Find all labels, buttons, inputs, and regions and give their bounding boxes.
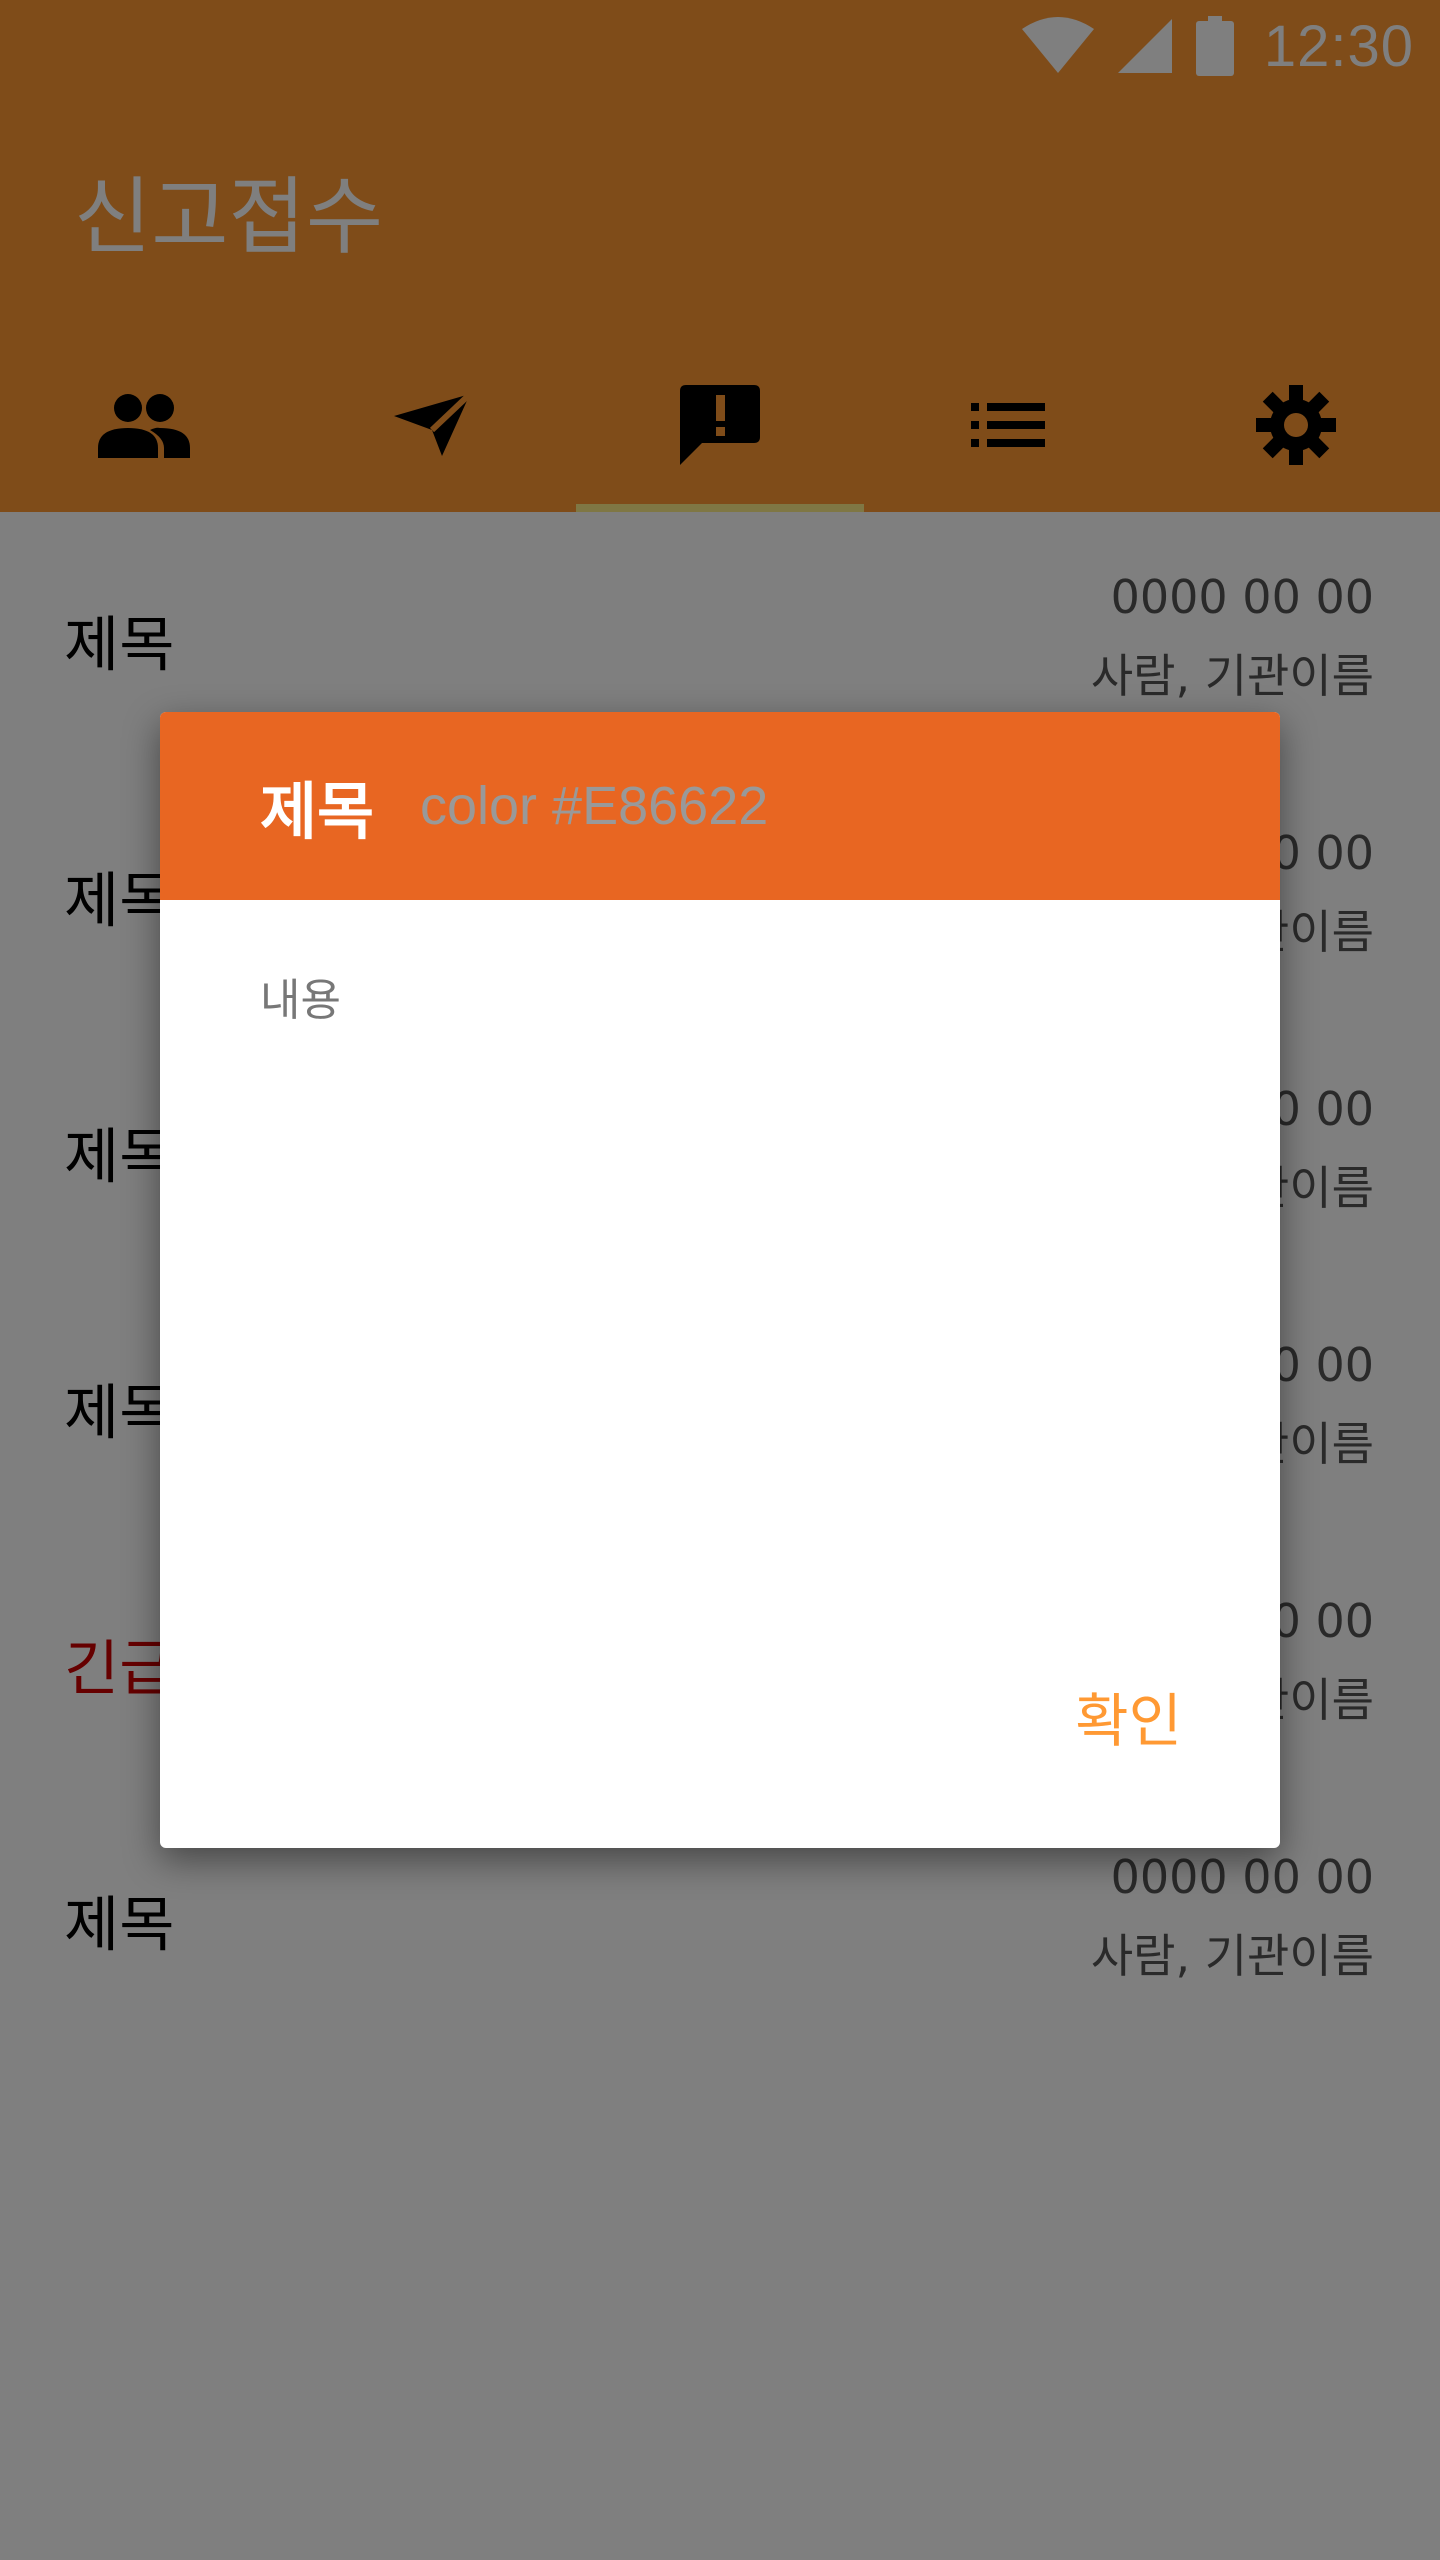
dialog-subtitle: color #E86622	[420, 776, 769, 836]
report-dialog: 제목 color #E86622 내용 확인	[160, 712, 1280, 1848]
confirm-button[interactable]: 확인	[1063, 1664, 1194, 1768]
dialog-title: 제목	[260, 775, 375, 848]
dialog-body: 내용	[260, 975, 341, 1026]
dialog-header: 제목 color #E86622	[160, 712, 1280, 900]
